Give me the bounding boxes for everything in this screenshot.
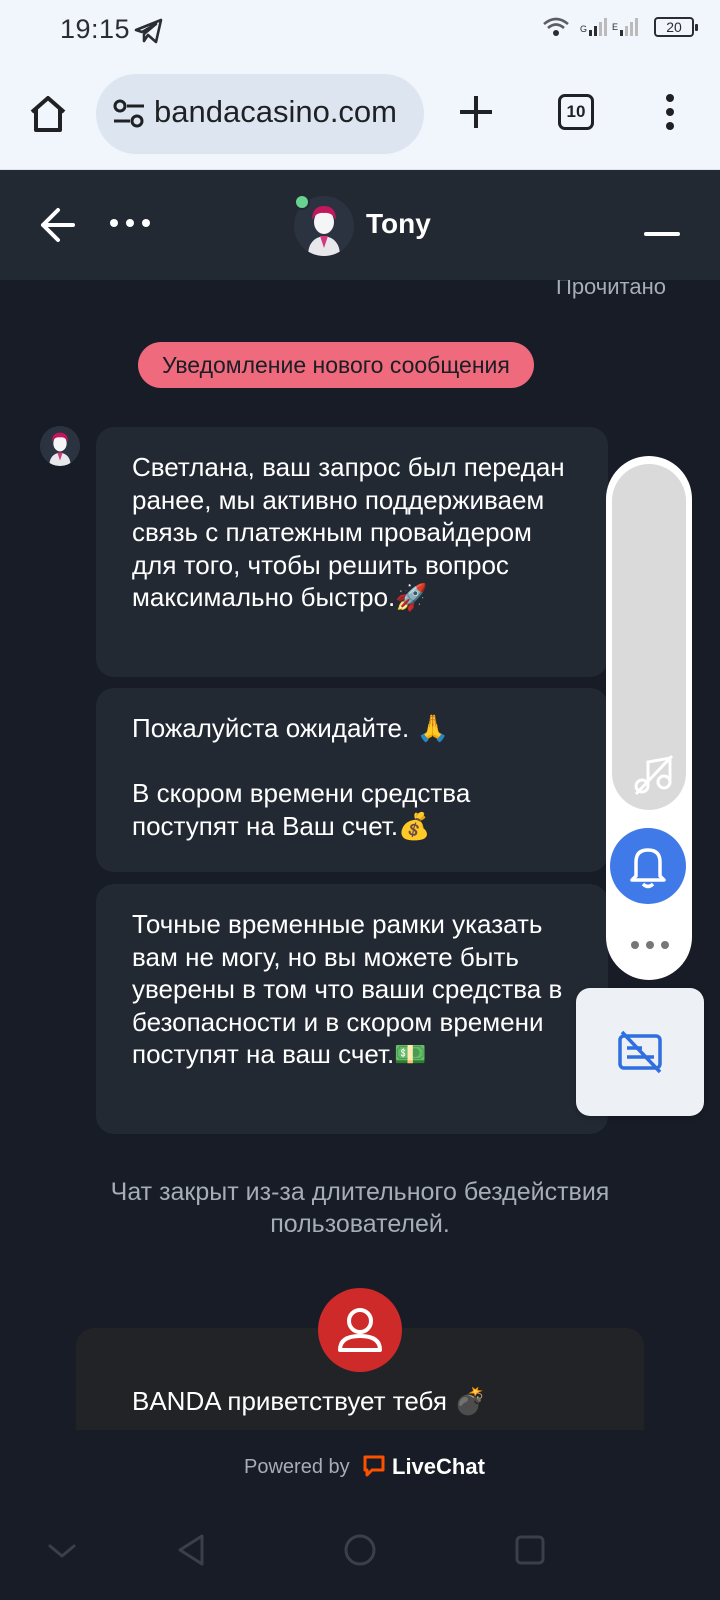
chevron-down-icon[interactable] — [42, 1530, 82, 1570]
message-text: Светлана, ваш запрос был передан ранее, … — [132, 452, 572, 612]
status-icons: G E 20 — [542, 16, 698, 38]
chat-header: Tony — [0, 170, 720, 280]
home-circle-icon[interactable] — [340, 1530, 380, 1570]
captions-card[interactable] — [576, 988, 704, 1116]
new-message-notice[interactable]: Уведомление нового сообщения — [138, 342, 534, 388]
minimize-icon[interactable] — [644, 232, 680, 236]
svg-text:E: E — [612, 22, 618, 32]
back-triangle-icon[interactable] — [172, 1530, 212, 1570]
livechat-logo-icon — [363, 1455, 385, 1477]
back-arrow-icon[interactable] — [38, 206, 76, 244]
svg-text:G: G — [580, 24, 587, 34]
user-avatar — [318, 1288, 402, 1372]
tabs-icon[interactable]: 10 — [558, 94, 594, 130]
wifi-icon — [543, 17, 569, 36]
message-text: Пожалуйста ожидайте. 🙏 В скором времени … — [132, 713, 471, 841]
status-bar: 19:15 G E 20 — [0, 0, 720, 60]
battery-level: 20 — [666, 19, 682, 35]
new-tab-icon[interactable] — [456, 92, 496, 132]
bell-button[interactable] — [610, 828, 686, 904]
online-status-dot — [294, 194, 310, 210]
signal-icon: G E — [580, 18, 638, 36]
message-bubble: Точные временные рамки указать вам не мо… — [96, 884, 608, 1134]
chat-closed-notice: Чат закрыт из-за длительного бездействия… — [110, 1178, 610, 1238]
agent-name: Tony — [366, 208, 431, 239]
user-icon — [338, 1308, 382, 1352]
media-panel[interactable] — [612, 464, 686, 810]
browser-toolbar: bandacasino.com 10 — [0, 60, 720, 170]
status-time: 19:15 — [60, 14, 131, 44]
music-off-icon[interactable] — [632, 754, 674, 796]
welcome-text: BANDA приветствует тебя 💣 — [132, 1386, 487, 1416]
more-dots-icon[interactable] — [630, 940, 670, 950]
read-receipt: Прочитано — [556, 280, 666, 299]
home-icon[interactable] — [24, 90, 72, 138]
bell-icon — [630, 848, 666, 889]
telegram-icon — [134, 18, 163, 44]
message-bubble: Светлана, ваш запрос был передан ранее, … — [96, 427, 608, 677]
powered-by-label: Powered by — [244, 1456, 350, 1478]
floating-panel — [606, 456, 692, 980]
message-avatar — [40, 426, 80, 466]
captions-off-icon[interactable] — [616, 1028, 664, 1076]
tab-count: 10 — [566, 102, 586, 121]
battery-icon: 20 — [654, 17, 698, 37]
url-text[interactable]: bandacasino.com — [154, 94, 416, 130]
more-options-icon[interactable] — [108, 216, 152, 230]
message-bubble: Пожалуйста ожидайте. 🙏 В скором времени … — [96, 688, 608, 872]
site-settings-icon[interactable] — [112, 98, 146, 130]
system-nav-bar — [0, 1500, 720, 1600]
powered-by-footer: Powered by LiveChat — [0, 1430, 720, 1500]
recents-square-icon[interactable] — [510, 1530, 550, 1570]
menu-icon[interactable] — [660, 92, 680, 132]
address-bar[interactable]: bandacasino.com — [96, 74, 424, 154]
livechat-brand[interactable]: LiveChat — [392, 1454, 485, 1480]
message-text: Точные временные рамки указать вам не мо… — [132, 909, 570, 1069]
